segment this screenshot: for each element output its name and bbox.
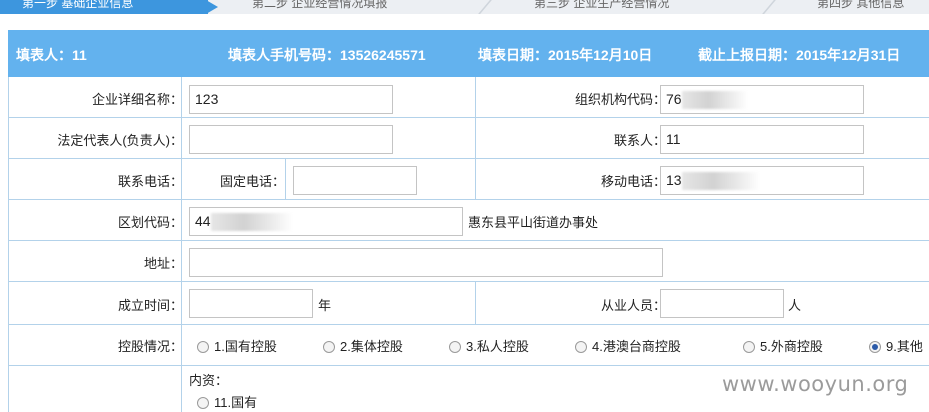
fill-date: 填表日期：2015年12月10日 (478, 47, 653, 63)
region-name: 惠东县平山街道办事处 (468, 215, 599, 230)
holding-option-label: 3.私人控股 (466, 339, 529, 354)
region-code-label: 区划代码： (117, 215, 183, 230)
form-row-holding: 控股情况： 1.国有控股 2.集体控股 3.私人控股 4.港澳台商控股 5.外商… (9, 325, 929, 366)
contact-value: 11 (666, 131, 681, 147)
legal-rep-label: 法定代表人(负责人)： (57, 133, 183, 148)
region-code-value: 44 (195, 213, 211, 229)
holding-option-collective[interactable]: 2.集体控股 (323, 339, 403, 355)
radio-button[interactable] (197, 397, 209, 409)
mobile-label: 移动电话： (600, 174, 666, 189)
founded-input[interactable] (189, 289, 313, 318)
step-tab-2[interactable]: 第二步 企业经营情况填报 (230, 0, 475, 14)
cell-divider (181, 366, 182, 412)
radio-button[interactable] (197, 341, 209, 353)
domestic-option-label: 11.国有 (214, 395, 258, 410)
step-tab-3-label: 第三步 企业生产经营情况 (534, 0, 670, 10)
holding-label: 控股情况： (117, 339, 183, 354)
holding-option-label: 4.港澳台商控股 (592, 339, 681, 354)
domestic-label: 内资： (189, 373, 229, 388)
region-code-input[interactable]: 44 (189, 207, 463, 236)
cell-divider (475, 159, 476, 199)
org-code-input[interactable]: 76 (660, 85, 864, 114)
info-bar: 填表人：11 填表人手机号码：13526245571 填表日期：2015年12月… (8, 30, 929, 77)
form-row-phone: 联系电话： 固定电话： 移动电话： 13 (9, 159, 929, 200)
company-form: 企业详细名称： 123 组织机构代码： 76 法定代表人(负责人)： 联系人： … (8, 77, 929, 412)
org-code-value: 76 (666, 91, 682, 107)
contact-label: 联系人： (613, 133, 666, 148)
holding-option-hkmotw[interactable]: 4.港澳台商控股 (575, 339, 681, 355)
filler-phone: 填表人手机号码：13526245571 (228, 47, 426, 63)
cell-divider (475, 77, 476, 117)
step-arrow (206, 0, 218, 14)
holding-option-label: 2.集体控股 (340, 339, 403, 354)
mobile-value: 13 (666, 172, 682, 188)
holding-option-private[interactable]: 3.私人控股 (449, 339, 529, 355)
cell-divider (475, 118, 476, 158)
company-name-input[interactable]: 123 (189, 85, 393, 114)
step-tab-2-label: 第二步 企业经营情况填报 (252, 0, 388, 10)
domestic-option-state[interactable]: 11.国有 (197, 395, 257, 411)
contact-input[interactable]: 11 (660, 125, 864, 154)
watermark: www.wooyun.org (722, 372, 909, 396)
founded-unit: 年 (318, 298, 332, 313)
deadline-date: 截止上报日期：2015年12月31日 (698, 47, 901, 63)
step-tab-1-label: 第一步 基础企业信息 (22, 0, 134, 10)
redacted-blur (210, 213, 293, 232)
holding-option-label: 9.其他 (886, 339, 923, 354)
address-input[interactable] (189, 248, 663, 277)
step-tab-4[interactable]: 第四步 其他信息 (795, 0, 929, 14)
form-row-founded: 成立时间： 年 从业人员： 人 (9, 282, 929, 325)
company-name-value: 123 (195, 91, 219, 107)
redacted-blur (681, 91, 748, 110)
mobile-input[interactable]: 13 (660, 166, 864, 195)
step-separator (484, 0, 500, 14)
form-row-company: 企业详细名称： 123 组织机构代码： 76 (9, 77, 929, 118)
radio-button[interactable] (323, 341, 335, 353)
holding-option-label: 1.国有控股 (214, 339, 277, 354)
label-column-divider (181, 77, 182, 366)
step-tabs: 第一步 基础企业信息 第二步 企业经营情况填报 第三步 企业生产经营情况 第四步… (0, 0, 929, 14)
address-label: 地址： (143, 256, 183, 271)
radio-button-selected[interactable] (869, 341, 881, 353)
holding-option-state[interactable]: 1.国有控股 (197, 339, 277, 355)
form-row-region: 区划代码： 44 惠东县平山街道办事处 (9, 200, 929, 241)
org-code-label: 组织机构代码： (574, 92, 666, 107)
cell-divider (285, 159, 286, 199)
company-name-label: 企业详细名称： (91, 92, 183, 107)
step-separator (768, 0, 784, 14)
holding-option-label: 5.外商控股 (760, 339, 823, 354)
employees-unit: 人 (788, 298, 802, 313)
cell-divider (475, 282, 476, 324)
filler-name: 填表人：11 (16, 47, 87, 63)
legal-rep-input[interactable] (189, 125, 393, 154)
radio-button[interactable] (449, 341, 461, 353)
landline-input[interactable] (293, 166, 417, 195)
landline-label: 固定电话： (219, 174, 285, 189)
step-tab-4-label: 第四步 其他信息 (817, 0, 905, 10)
form-row-legal: 法定代表人(负责人)： 联系人： 11 (9, 118, 929, 159)
founded-label: 成立时间： (117, 298, 183, 313)
phone-label: 联系电话： (117, 174, 183, 189)
radio-button[interactable] (743, 341, 755, 353)
step-tab-1[interactable]: 第一步 基础企业信息 (0, 0, 208, 14)
redacted-blur (681, 172, 760, 191)
holding-option-foreign[interactable]: 5.外商控股 (743, 339, 823, 355)
employees-input[interactable] (660, 289, 784, 318)
holding-option-other[interactable]: 9.其他 (869, 339, 923, 355)
radio-button[interactable] (575, 341, 587, 353)
step-tab-3[interactable]: 第三步 企业生产经营情况 (512, 0, 762, 14)
employees-label: 从业人员： (600, 298, 666, 313)
form-row-address: 地址： (9, 241, 929, 282)
